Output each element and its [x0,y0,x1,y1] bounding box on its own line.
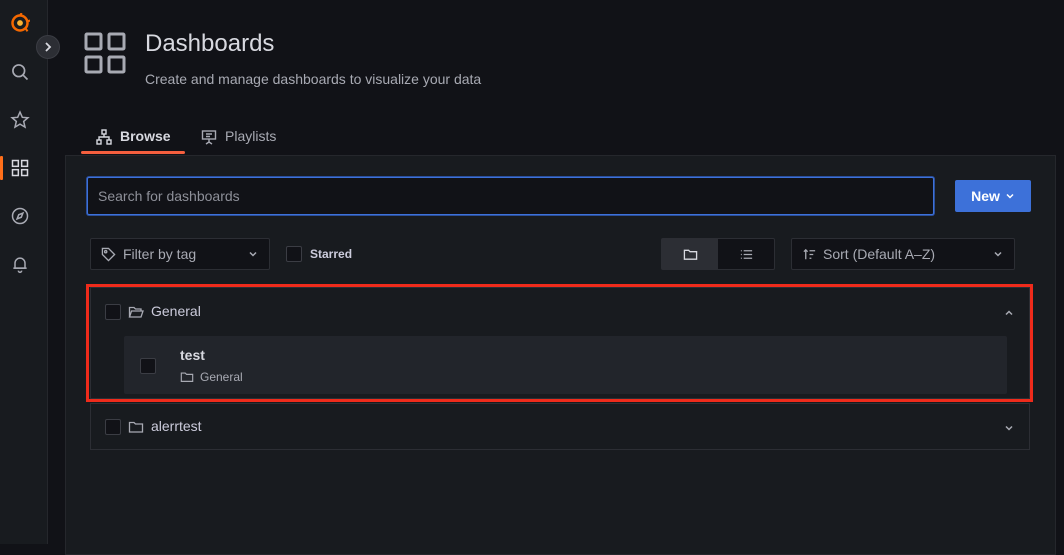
view-mode-toggle [661,238,775,270]
dashboard-checkbox[interactable] [140,358,156,374]
star-icon[interactable] [8,108,32,132]
tab-playlists-label: Playlists [225,128,277,144]
tag-filter-placeholder: Filter by tag [123,246,197,262]
dashboard-title[interactable]: test [180,347,205,363]
new-button-label: New [971,188,1000,204]
dashboard-folder-label: General [180,370,243,384]
folder-name: General [151,303,201,319]
folder-header-alerrtest[interactable]: alerrtest [91,404,1029,450]
sidebar-expand-button[interactable] [36,35,60,59]
page-title: Dashboards [145,30,275,57]
starred-checkbox[interactable] [286,246,302,262]
chevron-right-icon [45,42,52,52]
sidebar [0,0,48,544]
grafana-logo-icon[interactable] [8,11,32,35]
chevron-down-icon [1006,193,1014,199]
folder-name: alerrtest [151,418,202,434]
folder-section-alerrtest: alerrtest [90,403,1030,450]
search-input[interactable] [87,177,934,215]
dashboards-grid-icon[interactable] [8,156,32,180]
chevron-up-icon [1005,310,1013,316]
new-button[interactable]: New [955,180,1031,212]
chevron-down-icon [249,251,257,257]
folder-checkbox[interactable] [105,419,121,435]
chevron-down-icon [994,251,1002,257]
list-icon [740,249,752,259]
sitemap-icon [96,129,112,145]
folder-checkbox[interactable] [105,304,121,320]
active-tab-underline [81,151,185,154]
starred-label: Starred [310,247,353,261]
sort-select-label: Sort (Default A–Z) [823,246,936,262]
folder-open-icon [128,306,144,318]
sort-icon [803,248,816,259]
chevron-down-icon [1005,425,1013,431]
folder-header-general[interactable]: General [91,288,1029,334]
bell-icon[interactable] [8,252,32,276]
folder-icon [683,249,697,260]
tag-filter-select[interactable]: Filter by tag [90,238,270,270]
search-icon[interactable] [8,60,32,84]
tab-browse-label: Browse [120,128,171,144]
page-subtitle: Create and manage dashboards to visualiz… [145,71,482,87]
presentation-icon [201,130,217,145]
dashboard-list-item[interactable]: test General [124,336,1007,394]
sort-select[interactable]: Sort (Default A–Z) [791,238,1015,270]
dashboards-grid-icon [84,32,126,74]
tag-icon [101,247,116,262]
folder-view-button[interactable] [662,239,718,269]
folder-section-general: General test General [90,287,1030,399]
list-view-button[interactable] [718,239,774,269]
folder-icon [128,421,144,433]
compass-icon[interactable] [8,204,32,228]
tab-playlists[interactable]: Playlists [201,128,276,154]
active-nav-indicator [0,156,3,180]
folder-icon [180,372,194,382]
dashboard-folder-name: General [200,370,243,384]
